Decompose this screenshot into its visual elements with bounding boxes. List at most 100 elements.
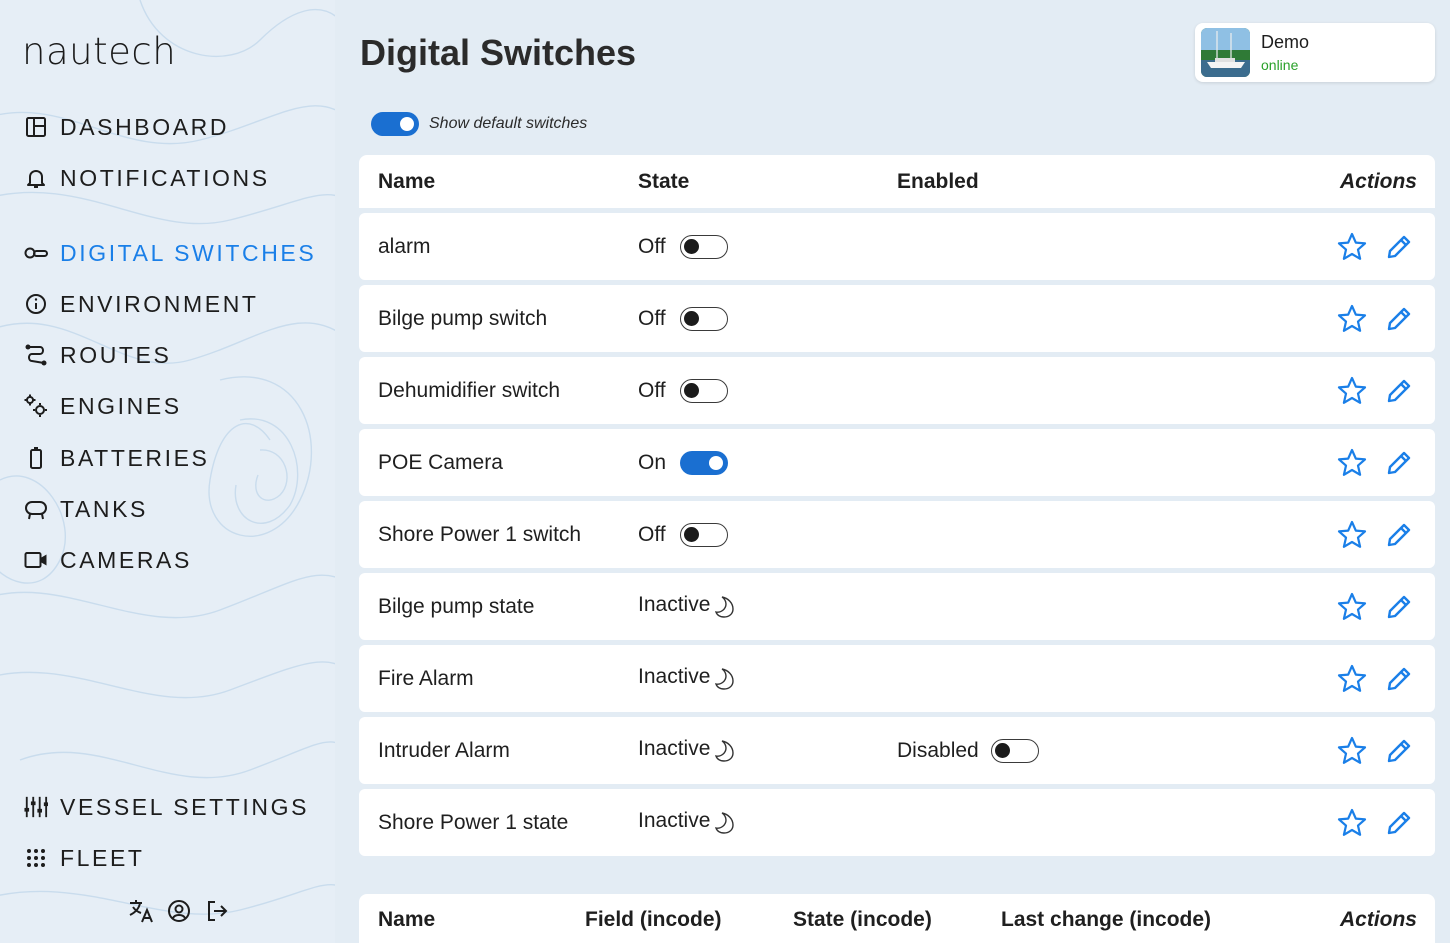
switch-state-cell: Inactive [638,717,738,784]
edit-pencil-icon[interactable] [1382,230,1415,263]
sidebar-item-label: VESSEL SETTINGS [60,793,310,820]
edit-pencil-icon[interactable] [1382,590,1415,623]
vessel-name: Demo [1261,32,1310,52]
switch-name: Shore Power 1 switch [378,522,582,546]
battery-icon [24,446,48,470]
table-row: POE Camera On [359,429,1435,496]
sidebar: nautech DASHBOARD NOTIFICATIONS DIGITAL … [0,0,335,943]
header-field: Field (incode) [585,908,722,931]
gears-icon [24,394,48,418]
incode-table: Name Field (incode) State (incode) Last … [359,894,1435,943]
sliders-icon [24,795,48,819]
switch-state-label: Inactive [638,808,711,832]
show-default-switches-toggle[interactable] [371,112,419,136]
info-icon [24,292,48,316]
grid-dots-icon [24,846,48,870]
sidebar-item-dashboard[interactable]: DASHBOARD [24,111,229,143]
switch-state-toggle[interactable] [679,378,728,403]
sleep-icon [712,810,738,836]
row-actions [1335,573,1415,640]
sidebar-item-cameras[interactable]: CAMERAS [24,544,192,576]
sidebar-item-routes[interactable]: ROUTES [24,339,171,371]
enabled-label: Disabled [897,738,979,762]
edit-pencil-icon[interactable] [1382,662,1415,695]
edit-pencil-icon[interactable] [1382,374,1415,407]
header-name: Name [378,908,436,931]
sleep-icon [712,666,738,692]
row-actions [1335,717,1415,784]
row-actions [1335,429,1415,496]
star-icon[interactable] [1335,230,1368,263]
switch-state-label: Off [638,378,666,402]
table-row: Dehumidifier switch Off [359,357,1435,424]
switch-state-toggle[interactable] [679,522,728,547]
enabled-toggle[interactable] [990,738,1039,763]
header-enabled: Enabled [897,169,979,193]
sidebar-item-tanks[interactable]: TANKS [24,493,148,525]
row-actions [1335,789,1415,856]
star-icon[interactable] [1335,590,1368,623]
header-actions: Actions [1339,169,1417,193]
sidebar-item-engines[interactable]: ENGINES [24,390,182,422]
star-icon[interactable] [1335,734,1368,767]
edit-pencil-icon[interactable] [1382,446,1415,479]
sidebar-item-label: TANKS [60,495,148,522]
sidebar-item-fleet[interactable]: FLEET [24,842,145,874]
switch-state-cell: On [638,429,729,496]
switch-state-label: Off [638,306,666,330]
switch-name: Dehumidifier switch [378,378,561,402]
nautech-logo: nautech [22,30,177,73]
vessel-selector[interactable]: Demo online [1195,23,1435,82]
switch-name: Fire Alarm [378,666,474,690]
row-actions [1335,501,1415,568]
page-title: Digital Switches [360,32,637,73]
switch-state-cell: Off [638,501,728,568]
switch-state-cell: Off [638,357,728,424]
table-row: alarm Off [359,213,1435,280]
switch-state-label: Inactive [638,664,711,688]
sidebar-item-label: FLEET [60,844,145,871]
sidebar-item-label: NOTIFICATIONS [60,164,270,191]
table-row: Intruder Alarm Inactive Disabled [359,717,1435,784]
sidebar-item-label: DASHBOARD [60,113,230,140]
edit-pencil-icon[interactable] [1382,734,1415,767]
star-icon[interactable] [1335,446,1368,479]
table-row: Shore Power 1 switch Off [359,501,1435,568]
sidebar-item-batteries[interactable]: BATTERIES [24,442,210,474]
star-icon[interactable] [1335,302,1368,335]
edit-pencil-icon[interactable] [1382,518,1415,551]
header-state: State [638,169,690,193]
sidebar-item-label: ENVIRONMENT [60,290,259,317]
header-actions: Actions [1339,908,1417,931]
star-icon[interactable] [1335,806,1368,839]
edit-pencil-icon[interactable] [1382,302,1415,335]
sidebar-item-vessel-settings[interactable]: VESSEL SETTINGS [24,791,309,823]
switch-state-cell: Inactive [638,645,738,712]
switch-state-toggle[interactable] [679,234,728,259]
switch-state-cell: Inactive [638,573,738,640]
show-default-switches-label: Show default switches [429,115,588,132]
edit-pencil-icon[interactable] [1382,806,1415,839]
star-icon[interactable] [1335,662,1368,695]
switch-state-label: Off [638,234,666,258]
switch-state-label: Off [638,522,666,546]
switch-name: Intruder Alarm [378,738,510,762]
switch-name: Shore Power 1 state [378,810,569,834]
row-actions [1335,645,1415,712]
logout-icon[interactable] [204,898,230,924]
row-actions [1335,213,1415,280]
sidebar-item-notifications[interactable]: NOTIFICATIONS [24,162,270,194]
sidebar-item-label: DIGITAL SWITCHES [60,239,317,266]
show-default-switches-row: Show default switches [371,112,587,136]
switch-state-toggle[interactable] [680,450,729,475]
star-icon[interactable] [1335,374,1368,407]
sidebar-item-digital-switches[interactable]: DIGITAL SWITCHES [24,237,316,269]
switch-state-label: Inactive [638,736,711,760]
bell-icon [24,166,48,190]
route-icon [24,343,48,367]
star-icon[interactable] [1335,518,1368,551]
translate-icon[interactable] [128,898,154,924]
sidebar-item-environment[interactable]: ENVIRONMENT [24,288,259,320]
account-icon[interactable] [166,898,192,924]
switch-state-toggle[interactable] [679,306,728,331]
